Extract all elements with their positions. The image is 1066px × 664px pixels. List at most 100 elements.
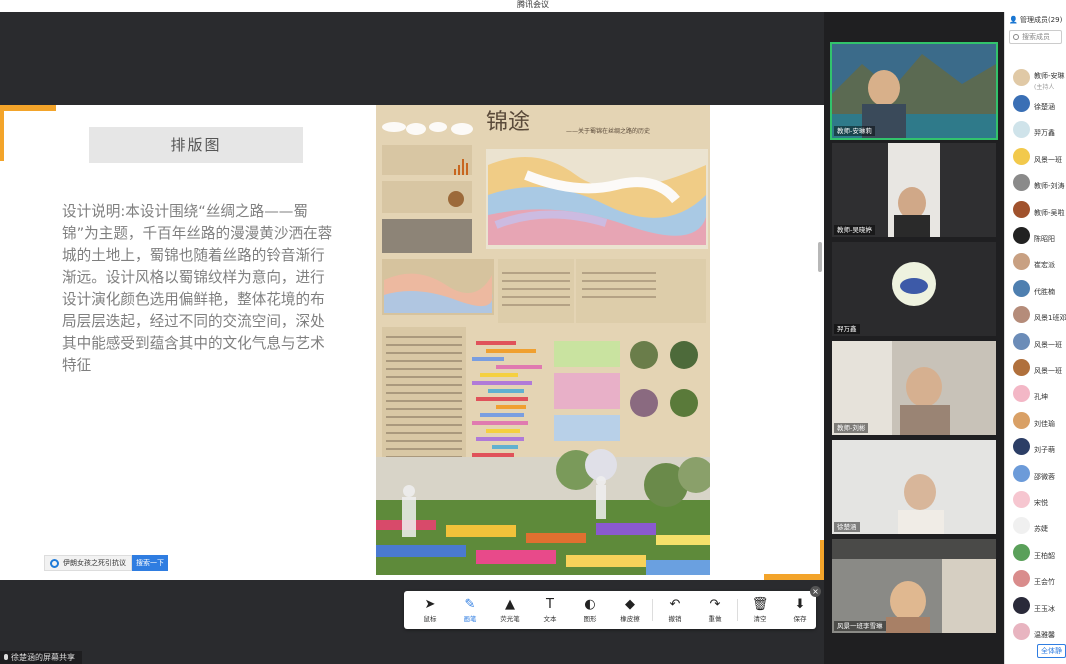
- member-item[interactable]: 温雅馨: [1005, 618, 1066, 644]
- member-item[interactable]: 邵微蓉: [1005, 460, 1066, 486]
- video-tile[interactable]: 教师-吴晓婷: [832, 143, 996, 237]
- member-item[interactable]: 风景一班: [1005, 328, 1066, 354]
- slide-title: 排版图: [89, 127, 303, 163]
- avatar: [1013, 622, 1030, 640]
- slide-accent-left: [0, 105, 4, 161]
- microphone-icon: [4, 654, 8, 660]
- tool-pen-button[interactable]: ✎ 画笔: [450, 593, 490, 627]
- avatar: [1013, 464, 1030, 482]
- member-name: 羿万鑫: [1034, 129, 1055, 138]
- poster-artwork: 锦途 ——关于蜀锦在丝绸之路的历史: [376, 105, 710, 575]
- tool-cursor-button[interactable]: ➤ 鼠标: [410, 593, 450, 627]
- annotation-toolbar: ➤ 鼠标 ✎ 画笔 ▲ 荧光笔 T 文本 ◐ 图形 ◆ 橡皮擦 ↶ 撤销 ↷ 重做 🗑 清空 ⬇ 保存 ×: [404, 586, 821, 629]
- participant-name: 教师-刘彬: [834, 423, 869, 433]
- member-name: 风景一班: [1034, 155, 1062, 164]
- video-feed: [832, 44, 996, 138]
- avatar: [1013, 95, 1030, 113]
- window-title: 腾讯会议: [0, 0, 1066, 12]
- member-list: 教师-安琳 (主持人 徐楚涵 羿万鑫 风景一班 教师-刘涛 教师-吴啦 陈昭阳 崔宏派 代胜楠 风景…: [1005, 64, 1066, 645]
- tool-trash-button[interactable]: 🗑 清空: [740, 593, 780, 627]
- shared-screen-stage: 排版图 设计说明:本设计围绕“丝绸之路——蜀锦”为主题，千百年丝路的漫漫黄沙洒在…: [0, 12, 824, 664]
- toolbar-separator: [652, 599, 653, 621]
- search-placeholder: 搜索成员: [1022, 33, 1050, 41]
- member-name: 邵微蓉: [1034, 472, 1055, 481]
- tool-text-button[interactable]: T 文本: [530, 593, 570, 627]
- member-name: 王玉冰: [1034, 604, 1055, 613]
- member-item[interactable]: 徐楚涵: [1005, 90, 1066, 116]
- member-name: 徐楚涵: [1034, 103, 1055, 112]
- tool-undo-button[interactable]: ↶ 撤销: [655, 593, 695, 627]
- member-name: 苏婕: [1034, 525, 1048, 534]
- avatar: [1013, 596, 1030, 614]
- member-item[interactable]: 苏婕: [1005, 513, 1066, 539]
- close-toolbar-icon[interactable]: ×: [810, 586, 821, 597]
- member-name: 陈昭阳: [1034, 235, 1055, 244]
- caption-text: 伊朗女孩之死引抗议: [63, 559, 126, 567]
- member-item[interactable]: 陈昭阳: [1005, 222, 1066, 248]
- tool-eraser-button[interactable]: ◆ 橡皮擦: [610, 593, 650, 627]
- avatar: [1013, 411, 1030, 429]
- member-item[interactable]: 刘子萌: [1005, 433, 1066, 459]
- member-name: 教师-刘涛: [1034, 182, 1065, 191]
- video-tile[interactable]: 教师-安琳莉: [830, 42, 998, 140]
- news-caption[interactable]: 伊朗女孩之死引抗议: [44, 555, 132, 571]
- avatar: [1013, 121, 1030, 139]
- video-tile[interactable]: 风景一班李雪琳: [832, 539, 996, 633]
- video-feed: [832, 539, 996, 633]
- avatar: [1013, 543, 1030, 561]
- avatar: [1013, 200, 1030, 218]
- participant-name: 羿万鑫: [834, 324, 860, 334]
- member-item[interactable]: 孔坤: [1005, 381, 1066, 407]
- tool-highlighter-button[interactable]: ▲ 荧光笔: [490, 593, 530, 627]
- member-name: 风景一班: [1034, 340, 1062, 349]
- member-name: 风景1班邓: [1034, 314, 1066, 323]
- avatar: [1013, 438, 1030, 456]
- tool-label: 鼠标: [423, 615, 437, 623]
- mute-all-button[interactable]: 全体静: [1037, 644, 1066, 658]
- member-item[interactable]: 代胜楠: [1005, 275, 1066, 301]
- member-search-input[interactable]: 搜索成员: [1009, 30, 1062, 44]
- video-tile[interactable]: 教师-刘彬: [832, 341, 996, 435]
- member-item[interactable]: 宋悦: [1005, 486, 1066, 512]
- member-item[interactable]: 羿万鑫: [1005, 117, 1066, 143]
- member-name: 刘子萌: [1034, 446, 1055, 455]
- avatar: [1013, 227, 1030, 245]
- member-item[interactable]: 王柏韶: [1005, 539, 1066, 565]
- video-feed: [832, 143, 996, 237]
- member-item[interactable]: 教师-吴啦: [1005, 196, 1066, 222]
- member-name: 宋悦: [1034, 498, 1048, 507]
- slide-scroll-handle[interactable]: [818, 242, 822, 272]
- avatar: [1013, 279, 1030, 297]
- member-item[interactable]: 王玉冰: [1005, 592, 1066, 618]
- participant-name: 教师-安琳莉: [834, 126, 875, 136]
- screen-share-status: 徐楚涵的屏幕共享: [0, 651, 82, 664]
- poster-subtitle: ——关于蜀锦在丝绸之路的历史: [566, 127, 650, 135]
- participant-name: 徐楚涵: [834, 522, 860, 532]
- member-item[interactable]: 风景1班邓: [1005, 302, 1066, 328]
- member-name: 代胜楠: [1034, 287, 1055, 296]
- tool-label: 橡皮擦: [620, 615, 640, 623]
- member-item[interactable]: 王会竹: [1005, 565, 1066, 591]
- member-item[interactable]: 教师-安琳 (主持人: [1005, 64, 1066, 90]
- slide-accent-bottom-right: [764, 574, 824, 580]
- member-role: (主持人: [1034, 84, 1055, 91]
- member-name: 王柏韶: [1034, 551, 1055, 560]
- tool-redo-button[interactable]: ↷ 重做: [695, 593, 735, 627]
- member-item[interactable]: 刘佳瑜: [1005, 407, 1066, 433]
- member-count: 管理成员(29): [1019, 16, 1063, 24]
- search-button[interactable]: 搜索一下: [132, 555, 168, 571]
- members-icon: 👤: [1009, 16, 1018, 24]
- member-item[interactable]: 教师-刘涛: [1005, 170, 1066, 196]
- tool-label: 画笔: [463, 615, 477, 623]
- tool-label: 重做: [708, 615, 722, 623]
- redo-icon: ↷: [709, 597, 721, 612]
- tool-save-button[interactable]: ⬇ 保存: [780, 593, 820, 627]
- member-item[interactable]: 风景一班: [1005, 354, 1066, 380]
- member-item[interactable]: 风景一班: [1005, 143, 1066, 169]
- video-tile[interactable]: 羿万鑫: [832, 242, 996, 336]
- video-tile[interactable]: 徐楚涵: [832, 440, 996, 534]
- tool-label: 图形: [583, 615, 597, 623]
- participant-video-column: 教师-安琳莉 教师-吴晓婷 羿万鑫 教师-刘彬 徐楚涵 风景一班李雪琳: [824, 12, 1004, 664]
- member-item[interactable]: 崔宏派: [1005, 249, 1066, 275]
- tool-shape-button[interactable]: ◐ 图形: [570, 593, 610, 627]
